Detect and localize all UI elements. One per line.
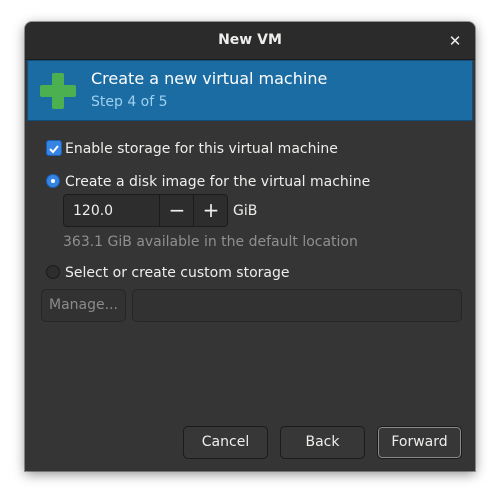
manage-button[interactable]: Manage... xyxy=(41,289,126,322)
plus-icon xyxy=(40,73,76,109)
custom-storage-path-input[interactable] xyxy=(132,289,462,322)
banner-title: Create a new virtual machine xyxy=(91,69,328,88)
available-space-text: 363.1 GiB available in the default locat… xyxy=(63,234,358,250)
titlebar: New VM ✕ xyxy=(25,22,475,60)
window-title: New VM xyxy=(218,32,282,48)
enable-storage-checkbox[interactable] xyxy=(46,140,62,156)
close-icon[interactable]: ✕ xyxy=(445,31,465,51)
decrement-icon[interactable]: − xyxy=(159,195,194,226)
disk-size-spinbutton[interactable]: 120.0 − + xyxy=(63,194,228,227)
create-disk-label[interactable]: Create a disk image for the virtual mach… xyxy=(65,174,370,190)
step-banner: Create a new virtual machine Step 4 of 5 xyxy=(27,60,473,121)
disk-unit-label: GiB xyxy=(233,203,258,219)
cancel-button[interactable]: Cancel xyxy=(183,426,268,459)
forward-button[interactable]: Forward xyxy=(377,426,462,459)
banner-subtitle: Step 4 of 5 xyxy=(91,94,168,110)
checkmark-icon xyxy=(49,145,59,154)
custom-storage-radio[interactable] xyxy=(46,265,60,279)
disk-size-value[interactable]: 120.0 xyxy=(73,203,113,219)
enable-storage-label[interactable]: Enable storage for this virtual machine xyxy=(65,141,338,157)
new-vm-dialog: New VM ✕ Create a new virtual machine St… xyxy=(25,22,475,471)
custom-storage-label[interactable]: Select or create custom storage xyxy=(65,265,290,281)
increment-icon[interactable]: + xyxy=(193,195,228,226)
create-disk-radio[interactable] xyxy=(46,174,60,188)
back-button[interactable]: Back xyxy=(280,426,365,459)
